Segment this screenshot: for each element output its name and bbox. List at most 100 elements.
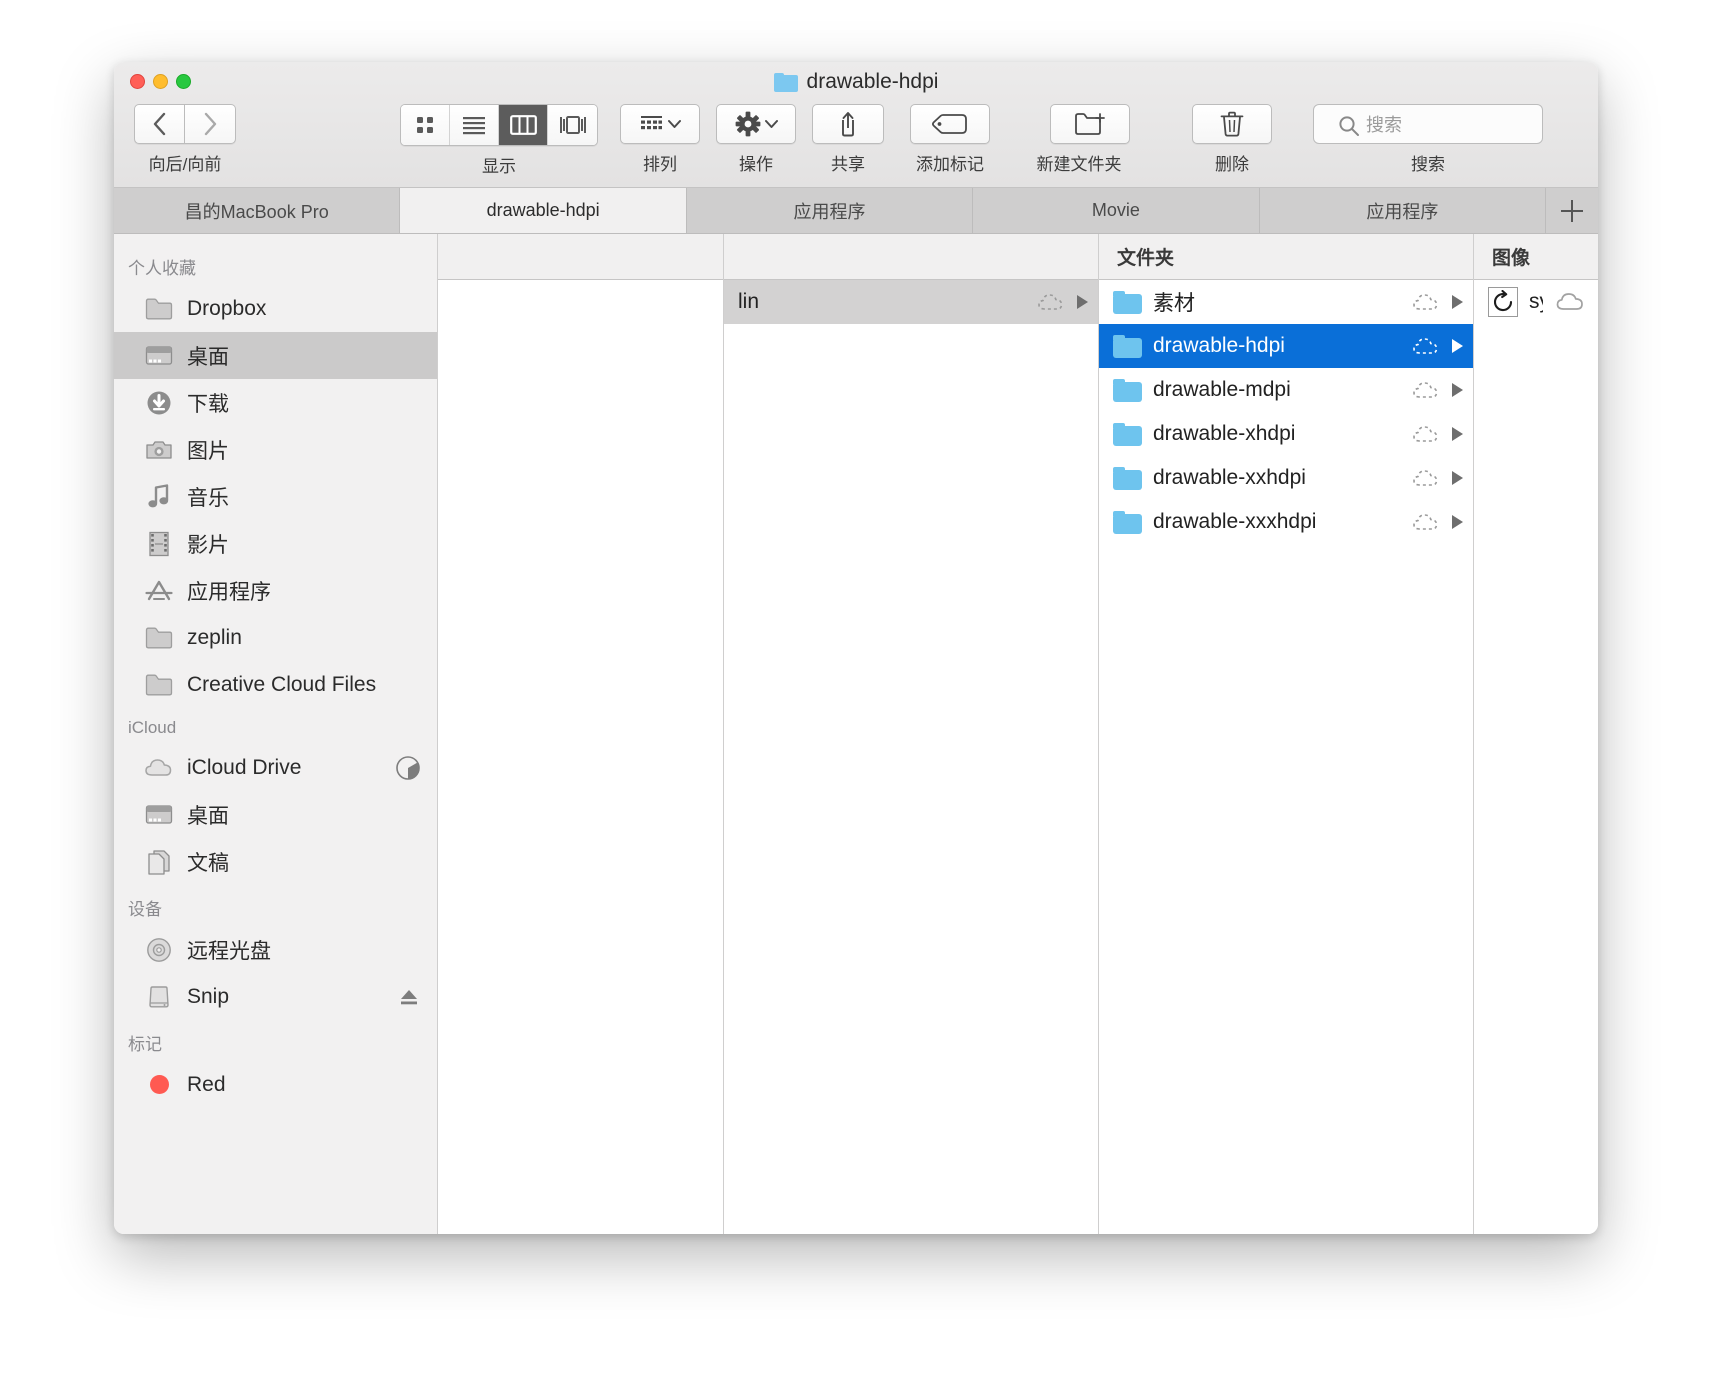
tag-icon bbox=[932, 114, 967, 134]
item-badges bbox=[1411, 379, 1463, 401]
sync-progress-pie bbox=[395, 755, 421, 781]
item-name: drawable-xxxhdpi bbox=[1153, 510, 1317, 533]
dashed-cloud-icon bbox=[1413, 382, 1438, 398]
search-icon bbox=[1339, 116, 1359, 136]
eject-icon[interactable] bbox=[397, 985, 421, 1009]
sidebar-item-applications[interactable]: 应用程序 bbox=[114, 567, 437, 614]
minimize-button[interactable] bbox=[153, 74, 168, 89]
drive-icon bbox=[144, 984, 174, 1010]
sidebar-item-movies[interactable]: 影片 bbox=[114, 520, 437, 567]
chevron-left-icon bbox=[153, 112, 165, 136]
column-4-header: 图像 bbox=[1474, 234, 1598, 280]
disclosure-triangle-icon[interactable] bbox=[1452, 339, 1463, 353]
column-2: lin bbox=[724, 234, 1099, 1234]
column-1-list[interactable] bbox=[438, 280, 723, 1234]
folder-icon bbox=[144, 672, 174, 698]
action-button[interactable] bbox=[716, 104, 796, 144]
sidebar-item-snip[interactable]: Snip bbox=[114, 973, 437, 1020]
sidebar-item-label: 桌面 bbox=[187, 345, 229, 369]
toolbar-tag-group: 添加标记 bbox=[910, 104, 990, 175]
close-button[interactable] bbox=[130, 74, 145, 89]
share-icon bbox=[842, 112, 854, 137]
delete-button[interactable] bbox=[1192, 104, 1272, 144]
item-badges bbox=[1411, 335, 1463, 357]
icon-view-icon[interactable] bbox=[401, 105, 450, 145]
column-view-icon[interactable] bbox=[499, 105, 548, 145]
list-item[interactable]: lin bbox=[724, 280, 1098, 324]
new-folder-button[interactable] bbox=[1050, 104, 1130, 144]
item-badges bbox=[1036, 291, 1088, 313]
chevron-down-icon bbox=[667, 120, 681, 128]
sidebar-item-desktop[interactable]: 桌面 bbox=[114, 332, 437, 379]
column-4-list[interactable]: sync.png bbox=[1474, 280, 1598, 1234]
disclosure-triangle-icon[interactable] bbox=[1452, 427, 1463, 441]
zoom-button[interactable] bbox=[176, 74, 191, 89]
toolbar-action-group: 操作 bbox=[716, 104, 796, 175]
forward-button[interactable] bbox=[185, 104, 236, 144]
disclosure-triangle-icon[interactable] bbox=[1077, 295, 1088, 309]
list-item[interactable]: drawable-hdpi bbox=[1099, 324, 1473, 368]
dashed-cloud-icon bbox=[1413, 514, 1438, 530]
sidebar-item-icloud-desktop[interactable]: 桌面 bbox=[114, 791, 437, 838]
column-2-list[interactable]: lin bbox=[724, 280, 1098, 1234]
sidebar-item-zeplin[interactable]: zeplin bbox=[114, 614, 437, 661]
folder-icon bbox=[1113, 334, 1142, 358]
disclosure-triangle-icon[interactable] bbox=[1452, 515, 1463, 529]
disclosure-triangle-icon[interactable] bbox=[1452, 383, 1463, 397]
sidebar-section-devices-title: 设备 bbox=[128, 900, 162, 919]
tab-4[interactable]: 应用程序 bbox=[1259, 188, 1547, 233]
toolbar-arrange-group: 排列 bbox=[620, 104, 700, 175]
list-item[interactable]: drawable-mdpi bbox=[1099, 368, 1473, 412]
toolbar: 向后/向前 显示 排列 操作 共享 添加标记 新建文件夹 删除 搜索 搜索 bbox=[114, 104, 1598, 188]
item-badges bbox=[1411, 467, 1463, 489]
sidebar-item-creative-cloud-files[interactable]: Creative Cloud Files bbox=[114, 661, 437, 708]
back-button[interactable] bbox=[134, 104, 185, 144]
column-3-header: 文件夹 bbox=[1099, 234, 1473, 280]
window-title: drawable-hdpi bbox=[114, 70, 1598, 94]
nav-label: 向后/向前 bbox=[148, 155, 222, 174]
item-badges bbox=[1554, 290, 1588, 314]
list-item[interactable]: drawable-xxxhdpi bbox=[1099, 500, 1473, 544]
trash-icon bbox=[1220, 111, 1244, 137]
tab-1[interactable]: drawable-hdpi bbox=[400, 188, 687, 233]
gallery-view-icon[interactable] bbox=[548, 105, 597, 145]
disc-icon bbox=[144, 937, 174, 963]
list-view-icon[interactable] bbox=[450, 105, 499, 145]
column-3-list[interactable]: 素材 drawable-hdpi drawable-mdpi drawable-… bbox=[1099, 280, 1473, 1234]
sidebar-section-icloud-title: iCloud bbox=[128, 718, 177, 737]
arrange-button[interactable] bbox=[620, 104, 700, 144]
view-mode-segmented-control[interactable] bbox=[400, 104, 598, 146]
tab-3[interactable]: Movie bbox=[973, 188, 1260, 233]
column-4: 图像 sync.png bbox=[1474, 234, 1598, 1234]
share-button[interactable] bbox=[812, 104, 884, 144]
sidebar-item-label: 图片 bbox=[187, 439, 229, 463]
sidebar-item-icloud-drive[interactable]: iCloud Drive bbox=[114, 744, 437, 791]
new-folder-label: 新建文件夹 bbox=[1036, 155, 1122, 174]
tab-0[interactable]: 昌的MacBook Pro bbox=[114, 188, 401, 233]
sidebar-item-pictures[interactable]: 图片 bbox=[114, 426, 437, 473]
list-item[interactable]: 素材 bbox=[1099, 280, 1473, 324]
add-tag-button[interactable] bbox=[910, 104, 990, 144]
traffic-lights bbox=[130, 74, 191, 89]
list-item[interactable]: drawable-xxhdpi bbox=[1099, 456, 1473, 500]
sidebar-item-music[interactable]: 音乐 bbox=[114, 473, 437, 520]
list-item[interactable]: drawable-xhdpi bbox=[1099, 412, 1473, 456]
disclosure-triangle-icon[interactable] bbox=[1452, 471, 1463, 485]
new-tab-button[interactable] bbox=[1546, 188, 1598, 233]
sidebar-item-tag-red[interactable]: Red bbox=[114, 1061, 437, 1108]
tab-2[interactable]: 应用程序 bbox=[686, 188, 974, 233]
item-name: drawable-mdpi bbox=[1153, 378, 1291, 401]
sidebar-section-favorites-title: 个人收藏 bbox=[128, 259, 196, 278]
delete-label: 删除 bbox=[1215, 155, 1249, 174]
tab-label: Movie bbox=[1091, 200, 1140, 220]
sidebar-item-label: iCloud Drive bbox=[187, 755, 302, 779]
applications-icon bbox=[144, 578, 174, 604]
sidebar-item-downloads[interactable]: 下载 bbox=[114, 379, 437, 426]
dashed-cloud-icon bbox=[1413, 470, 1438, 486]
disclosure-triangle-icon[interactable] bbox=[1452, 295, 1463, 309]
sidebar-item-dropbox[interactable]: Dropbox bbox=[114, 285, 437, 332]
sidebar-item-documents[interactable]: 文稿 bbox=[114, 838, 437, 885]
search-input[interactable]: 搜索 bbox=[1313, 104, 1543, 144]
sidebar-item-remote-disc[interactable]: 远程光盘 bbox=[114, 926, 437, 973]
list-item[interactable]: sync.png bbox=[1474, 280, 1598, 324]
